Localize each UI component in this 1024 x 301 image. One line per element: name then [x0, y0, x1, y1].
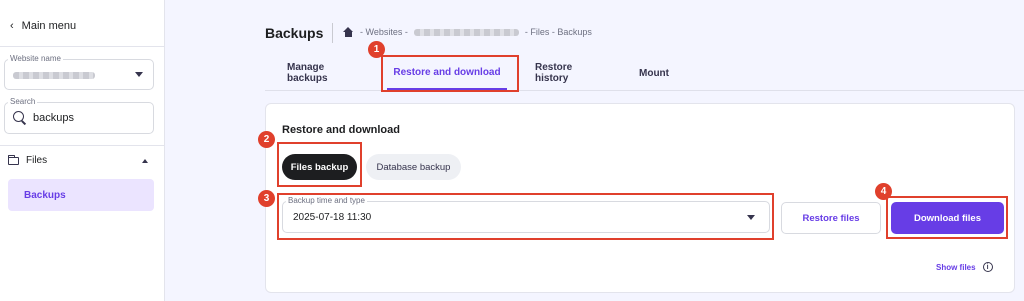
tab-restore-history[interactable]: Restore history [535, 56, 572, 90]
breadcrumb-website-blurred [413, 28, 519, 36]
card-title: Restore and download [282, 124, 400, 136]
highlight-box-1 [381, 55, 519, 92]
search-label: Search [8, 97, 38, 106]
main-menu-label: Main menu [21, 20, 77, 32]
divider [332, 23, 333, 43]
step-badge-3: 3 [258, 190, 275, 207]
sidebar-item-files[interactable]: Files [8, 154, 148, 166]
website-select[interactable]: Website name [4, 54, 154, 90]
highlight-box-4 [886, 196, 1008, 239]
breadcrumb-websites[interactable]: - Websites - [360, 27, 408, 37]
page-title: Backups [265, 25, 324, 41]
show-files-label: Show files [936, 262, 976, 272]
chevron-left-icon: ‹ [10, 20, 14, 32]
database-backup-button[interactable]: Database backup [366, 154, 461, 180]
tab-mount[interactable]: Mount [639, 56, 669, 90]
highlight-box-3 [277, 193, 774, 240]
search-icon [13, 111, 27, 125]
folder-icon [8, 154, 19, 165]
sidebar-item-label: Backups [24, 189, 66, 201]
sidebar-item-label: Files [26, 155, 48, 166]
website-name-blurred [13, 72, 95, 79]
divider [265, 90, 1024, 91]
search-field[interactable]: Search [4, 97, 154, 134]
home-icon[interactable] [343, 27, 354, 37]
tab-manage-backups[interactable]: Manage backups [287, 56, 328, 90]
info-icon: i [982, 262, 993, 272]
breadcrumb-rest: - Files - Backups [524, 27, 592, 37]
divider [0, 46, 165, 47]
chevron-up-icon [142, 158, 148, 163]
breadcrumb: - Websites - - Files - Backups [343, 27, 592, 37]
step-badge-2: 2 [258, 131, 275, 148]
step-badge-1: 1 [368, 41, 385, 58]
search-input[interactable] [33, 112, 133, 124]
sidebar-item-backups[interactable]: Backups [8, 179, 154, 211]
sidebar: ‹ Main menu Website name Search Files Ba… [0, 0, 165, 301]
step-badge-4: 4 [875, 183, 892, 200]
restore-files-button[interactable]: Restore files [781, 202, 881, 234]
highlight-box-2 [277, 142, 362, 187]
show-files-link[interactable]: Show files i [936, 262, 993, 272]
divider [0, 145, 165, 146]
website-select-label: Website name [8, 54, 63, 63]
chevron-down-icon [135, 72, 143, 77]
main-menu-button[interactable]: ‹ Main menu [10, 20, 76, 32]
